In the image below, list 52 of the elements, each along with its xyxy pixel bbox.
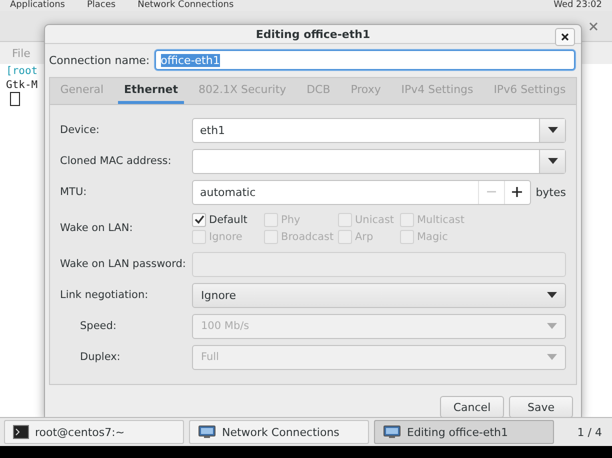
dialog-title: Editing office-eth1	[256, 28, 370, 40]
taskbar-window-button[interactable]: root@centos7:~	[4, 420, 184, 444]
close-icon[interactable]	[589, 22, 598, 30]
terminal-line: [root	[6, 64, 38, 78]
field-label: Duplex:	[79, 351, 122, 363]
dropdown-arrow-icon	[547, 354, 557, 360]
dropdown-arrow-icon	[547, 292, 557, 298]
dialog-button[interactable]: Cancel	[440, 396, 504, 417]
tab[interactable]: IPv4 Settings	[395, 78, 480, 104]
tab[interactable]: Proxy	[344, 78, 387, 104]
dropdown[interactable]: Ignore	[192, 282, 566, 308]
field-label: MTU:	[60, 186, 88, 198]
field-label: Link negotiation:	[60, 289, 150, 301]
terminal-icon	[13, 425, 29, 439]
top-bar-menu[interactable]: Network Connections	[138, 0, 234, 11]
field-label: Connection name:	[49, 54, 150, 66]
plus-icon	[512, 187, 522, 197]
combo-field[interactable]: eth1	[192, 118, 566, 142]
menu-item[interactable]: File	[12, 46, 30, 60]
monitor-icon	[383, 425, 401, 439]
dropdown-arrow-icon	[548, 158, 558, 164]
connection-name-field[interactable]: office-eth1	[154, 50, 575, 70]
terminal-line: Gtk-M	[6, 78, 38, 92]
unit-label: bytes	[536, 186, 566, 198]
minus-icon	[486, 191, 496, 193]
field-label: Cloned MAC address:	[60, 155, 172, 167]
dropdown-arrow-icon	[548, 127, 558, 133]
taskbar-window-button[interactable]: Editing office-eth1	[374, 420, 554, 444]
tab[interactable]: IPv6 Settings	[488, 78, 572, 104]
dialog-button[interactable]: Save	[509, 396, 573, 417]
terminal-cursor	[10, 92, 20, 106]
field-label: Speed:	[79, 320, 118, 332]
taskbar-window-button[interactable]: Network Connections	[189, 420, 369, 444]
mtu-spin-field[interactable]: automatic	[192, 180, 531, 204]
tab[interactable]: Ethernet	[118, 78, 184, 104]
close-icon	[561, 33, 569, 41]
monitor-icon	[198, 425, 216, 439]
combo-field[interactable]	[192, 148, 566, 174]
top-bar-menu[interactable]: Applications	[10, 0, 65, 11]
clock: Wed 23:02	[554, 0, 602, 11]
tab[interactable]: DCB	[300, 78, 336, 104]
top-bar-menu[interactable]: Places	[86, 0, 116, 11]
dropdown-arrow-icon	[547, 323, 557, 329]
workspace-pager[interactable]: 1 / 4	[577, 418, 608, 446]
tab[interactable]: General	[54, 78, 110, 104]
field-label: Device:	[60, 124, 100, 136]
checkmark-icon	[194, 214, 204, 225]
close-button[interactable]	[555, 28, 575, 46]
field-label: Wake on LAN:	[60, 222, 134, 234]
field-label: Wake on LAN password:	[60, 258, 187, 270]
tab[interactable]: 802.1X Security	[192, 78, 292, 104]
wake-option-checkbox[interactable]: Default	[192, 212, 264, 226]
